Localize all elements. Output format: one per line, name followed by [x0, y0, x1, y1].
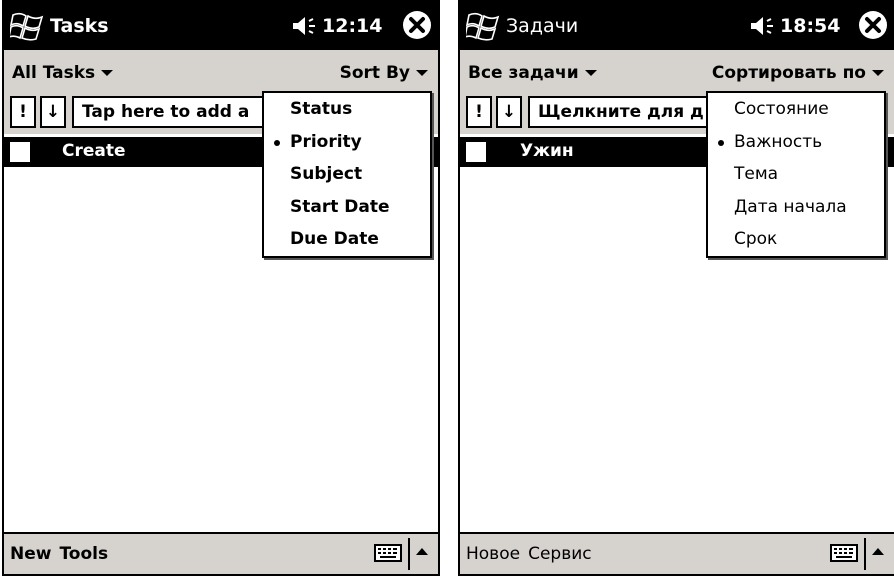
sip-up-arrow-icon[interactable]	[416, 546, 428, 556]
sort-by-menu[interactable]: Сортировать по	[712, 63, 884, 83]
command-bar: Новое Сервис	[460, 532, 894, 574]
task-checkbox[interactable]	[8, 140, 32, 164]
title-bar: Задачи 18:54	[460, 2, 894, 50]
sort-option-priority[interactable]: Важность	[708, 126, 884, 159]
keyboard-icon[interactable]	[830, 544, 858, 562]
sort-option-due-date[interactable]: Due Date	[264, 223, 430, 256]
tools-menu[interactable]: Сервис	[528, 544, 592, 564]
sort-by-menu[interactable]: Sort By	[340, 63, 428, 83]
selected-bullet-icon	[718, 139, 724, 146]
sort-by-dropdown: Состояние Важность Тема Дата начала Срок	[706, 91, 886, 258]
app-title: Задачи	[506, 15, 579, 37]
tools-menu[interactable]: Tools	[59, 544, 108, 564]
sort-by-label: Sort By	[339, 63, 410, 83]
speaker-icon[interactable]	[750, 16, 776, 36]
close-icon[interactable]	[402, 10, 432, 40]
chevron-down-icon	[584, 70, 597, 76]
sort-option-label: Priority	[290, 131, 362, 152]
sort-option-priority[interactable]: Priority	[264, 126, 430, 159]
priority-button[interactable]: !	[466, 96, 492, 128]
sort-option-label: Важность	[734, 131, 823, 152]
bottom-menu: Новое Сервис	[466, 544, 600, 564]
speaker-icon[interactable]	[292, 16, 318, 36]
command-bar: New Tools	[4, 532, 438, 574]
sort-option-subject[interactable]: Тема	[708, 158, 884, 191]
filter-label: All Tasks	[12, 63, 96, 83]
sort-option-status[interactable]: Состояние	[708, 93, 884, 126]
sort-option-start-date[interactable]: Start Date	[264, 191, 430, 224]
clock[interactable]: 12:14	[322, 15, 382, 37]
selected-bullet-icon	[274, 139, 280, 146]
pocketpc-screen-russian: Задачи 18:54 Все задачи Сортировать по !…	[458, 0, 894, 576]
priority-button[interactable]: !	[10, 96, 36, 128]
windows-start-icon[interactable]	[466, 11, 500, 41]
task-title: Create	[62, 141, 126, 161]
chevron-down-icon	[416, 70, 428, 76]
filter-menu[interactable]: All Tasks	[12, 63, 114, 83]
filter-label: Все задачи	[468, 63, 579, 83]
filter-menu[interactable]: Все задачи	[468, 63, 597, 83]
sort-option-status[interactable]: Status	[264, 93, 430, 126]
sip-divider	[408, 538, 410, 570]
sort-option-start-date[interactable]: Дата начала	[708, 191, 884, 224]
bottom-menu: New Tools	[10, 544, 116, 564]
new-menu[interactable]: Новое	[466, 544, 520, 564]
sort-direction-button[interactable]: ↓	[40, 96, 66, 128]
title-bar: Tasks 12:14	[4, 2, 438, 50]
task-checkbox[interactable]	[464, 140, 488, 164]
pocketpc-screen-english: Tasks 12:14 All Tasks Sort By ! ↓ Tap he…	[2, 0, 440, 576]
sort-by-dropdown: Status Priority Subject Start Date Due D…	[262, 91, 432, 258]
filter-bar: All Tasks Sort By	[4, 50, 438, 92]
app-title: Tasks	[50, 15, 109, 37]
sort-by-label: Сортировать по	[711, 63, 866, 83]
clock[interactable]: 18:54	[780, 15, 840, 37]
sip-divider	[864, 538, 866, 570]
windows-start-icon[interactable]	[10, 11, 44, 41]
keyboard-icon[interactable]	[374, 544, 402, 562]
sort-option-due-date[interactable]: Срок	[708, 223, 884, 256]
sort-direction-button[interactable]: ↓	[496, 96, 522, 128]
close-icon[interactable]	[858, 10, 888, 40]
sort-option-subject[interactable]: Subject	[264, 158, 430, 191]
sip-up-arrow-icon[interactable]	[872, 546, 884, 556]
filter-bar: Все задачи Сортировать по	[460, 50, 894, 92]
chevron-down-icon	[872, 70, 884, 76]
task-title: Ужин	[520, 141, 574, 161]
chevron-down-icon	[101, 70, 114, 76]
new-menu[interactable]: New	[10, 544, 51, 564]
